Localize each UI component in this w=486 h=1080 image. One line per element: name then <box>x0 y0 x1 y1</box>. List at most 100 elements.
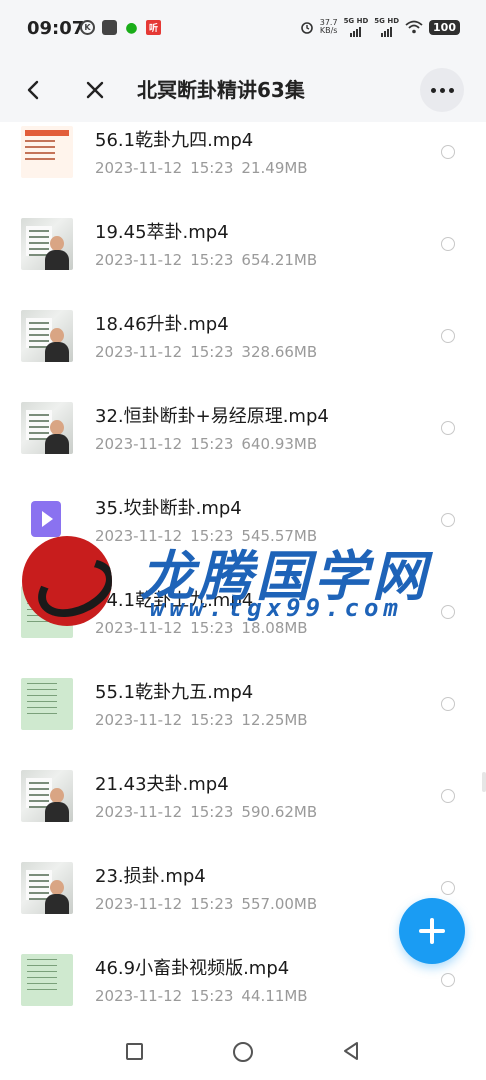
select-radio[interactable] <box>441 973 455 987</box>
select-radio[interactable] <box>441 421 455 435</box>
add-button[interactable] <box>399 898 465 964</box>
file-name: 32.恒卦断卦+易经原理.mp4 <box>95 406 329 427</box>
file-size: 44.11MB <box>241 987 308 1005</box>
file-thumbnail <box>21 954 73 1006</box>
file-size: 654.21MB <box>241 251 318 269</box>
select-radio[interactable] <box>441 513 455 527</box>
recent-apps-button[interactable] <box>126 1043 143 1060</box>
select-radio[interactable] <box>441 789 455 803</box>
file-meta: 2023-11-12 15:23 640.93MB <box>95 435 325 453</box>
file-time: 15:23 <box>190 159 234 177</box>
signal-bars-icon <box>381 25 393 37</box>
file-thumbnail <box>21 770 73 822</box>
scrollbar[interactable] <box>482 772 486 792</box>
net-speed-unit: KB/s <box>319 26 338 35</box>
file-row[interactable]: 35.坎卦断卦.mp4 2023-11-12 15:23 545.57MB <box>0 476 486 568</box>
system-nav-bar <box>0 1012 486 1080</box>
file-name: 56.1乾卦九四.mp4 <box>95 130 254 151</box>
notification-icons: K ● 听 <box>80 19 161 36</box>
file-meta: 2023-11-12 15:23 21.49MB <box>95 159 316 177</box>
file-list[interactable]: 56.1乾卦九四.mp4 2023-11-12 15:23 21.49MB 19.45萃… <box>0 122 486 1012</box>
file-time: 15:23 <box>190 711 234 729</box>
sim1-label: 5G HD <box>343 17 369 25</box>
file-time: 15:23 <box>190 435 234 453</box>
file-meta: 2023-11-12 15:23 328.66MB <box>95 343 325 361</box>
app-notification-icon: 听 <box>146 20 161 35</box>
signal-bars-icon <box>350 25 362 37</box>
file-size: 18.08MB <box>241 619 308 637</box>
file-time: 15:23 <box>190 803 234 821</box>
select-radio[interactable] <box>441 605 455 619</box>
file-date: 2023-11-12 <box>95 159 183 177</box>
file-row[interactable]: 55.1乾卦九五.mp4 2023-11-12 15:23 12.25MB <box>0 660 486 752</box>
file-date: 2023-11-12 <box>95 895 183 913</box>
file-thumbnail <box>21 126 73 178</box>
file-thumbnail <box>21 862 73 914</box>
file-thumbnail <box>21 678 73 730</box>
battery-indicator: 100 <box>429 19 460 35</box>
more-options-button[interactable] <box>420 68 464 112</box>
file-meta: 2023-11-12 15:23 44.11MB <box>95 987 316 1005</box>
file-row[interactable]: 19.45萃卦.mp4 2023-11-12 15:23 654.21MB <box>0 200 486 292</box>
file-size: 328.66MB <box>241 343 318 361</box>
select-radio[interactable] <box>441 329 455 343</box>
system-back-button[interactable] <box>340 1040 362 1062</box>
page-title: 北冥断卦精讲63集 <box>137 78 305 102</box>
back-button[interactable] <box>18 74 50 106</box>
file-time: 15:23 <box>190 619 234 637</box>
file-size: 21.49MB <box>241 159 308 177</box>
select-radio[interactable] <box>441 145 455 159</box>
triangle-back-icon <box>344 1042 358 1060</box>
file-size: 557.00MB <box>241 895 318 913</box>
sim2-label: 5G HD <box>374 17 400 25</box>
signal-sim1: 5G HD <box>343 17 369 37</box>
file-row[interactable]: 54.1乾卦上九.mp4 2023-11-12 15:23 18.08MB <box>0 568 486 660</box>
file-date: 2023-11-12 <box>95 619 183 637</box>
file-date: 2023-11-12 <box>95 711 183 729</box>
k-notification-icon: K <box>80 20 95 35</box>
file-size: 12.25MB <box>241 711 308 729</box>
file-name: 21.43夬卦.mp4 <box>95 774 229 795</box>
status-bar: 09:07 K ● 听 37.7 KB/s 5G HD 5G HD 100 <box>0 0 486 60</box>
file-size: 545.57MB <box>241 527 318 545</box>
file-date: 2023-11-12 <box>95 343 183 361</box>
select-radio[interactable] <box>441 697 455 711</box>
file-row[interactable]: 21.43夬卦.mp4 2023-11-12 15:23 590.62MB <box>0 752 486 844</box>
clipboard-icon <box>102 20 117 35</box>
file-name: 19.45萃卦.mp4 <box>95 222 229 243</box>
close-button[interactable] <box>79 74 111 106</box>
net-speed: 37.7 KB/s <box>320 19 338 35</box>
select-radio[interactable] <box>441 881 455 895</box>
file-time: 15:23 <box>190 895 234 913</box>
wifi-icon <box>405 20 423 34</box>
file-time: 15:23 <box>190 343 234 361</box>
file-thumbnail <box>21 218 73 270</box>
status-time: 09:07 <box>27 18 85 39</box>
file-name: 35.坎卦断卦.mp4 <box>95 498 242 519</box>
chevron-left-icon <box>27 80 39 100</box>
wechat-icon: ● <box>125 19 138 36</box>
file-row[interactable]: 18.46升卦.mp4 2023-11-12 15:23 328.66MB <box>0 292 486 384</box>
file-meta: 2023-11-12 15:23 545.57MB <box>95 527 325 545</box>
file-date: 2023-11-12 <box>95 251 183 269</box>
more-dot-icon <box>439 87 445 93</box>
file-name: 18.46升卦.mp4 <box>95 314 229 335</box>
file-name: 23.损卦.mp4 <box>95 866 206 887</box>
file-thumbnail <box>21 402 73 454</box>
file-size: 640.93MB <box>241 435 318 453</box>
more-dot-icon <box>430 87 436 93</box>
select-radio[interactable] <box>441 237 455 251</box>
file-meta: 2023-11-12 15:23 12.25MB <box>95 711 316 729</box>
file-name: 55.1乾卦九五.mp4 <box>95 682 254 703</box>
file-date: 2023-11-12 <box>95 803 183 821</box>
status-right: 37.7 KB/s 5G HD 5G HD 100 <box>300 17 460 37</box>
close-icon <box>86 81 104 99</box>
file-date: 2023-11-12 <box>95 987 183 1005</box>
file-row[interactable]: 56.1乾卦九四.mp4 2023-11-12 15:23 21.49MB <box>0 122 486 200</box>
file-row[interactable]: 32.恒卦断卦+易经原理.mp4 2023-11-12 15:23 640.93MB <box>0 384 486 476</box>
home-button[interactable] <box>233 1042 253 1062</box>
file-thumbnail <box>21 310 73 362</box>
video-file-icon <box>21 494 73 546</box>
file-meta: 2023-11-12 15:23 654.21MB <box>95 251 325 269</box>
file-date: 2023-11-12 <box>95 435 183 453</box>
